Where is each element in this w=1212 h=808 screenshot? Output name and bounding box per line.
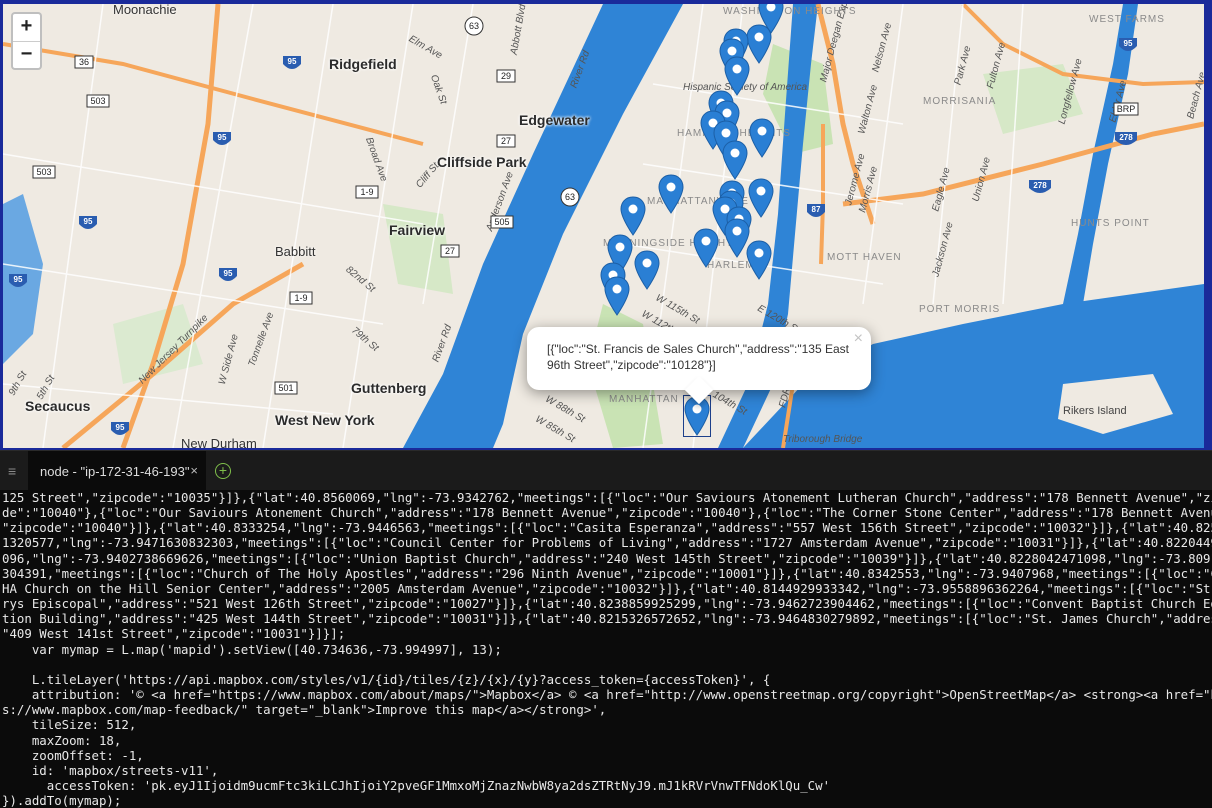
popup-close-button[interactable]: ×: [854, 331, 863, 347]
svg-text:95: 95: [1124, 39, 1133, 48]
map-canvas[interactable]: Moonachie Ridgefield Edgewater Cliffside…: [3, 4, 1204, 448]
zoom-in-button[interactable]: +: [13, 14, 40, 41]
map-marker-icon[interactable]: [746, 240, 772, 280]
svg-text:501: 501: [278, 383, 293, 393]
popup-content: [{"loc":"St. Francis de Sales Church","a…: [547, 341, 851, 373]
terminal-line: HA Church on the Hill Senior Center","ad…: [2, 580, 1212, 596]
svg-text:1-9: 1-9: [360, 187, 373, 197]
map-marker-icon[interactable]: [749, 118, 775, 158]
map-marker-icon[interactable]: [658, 174, 684, 214]
terminal-line: 1320577,"lng":-73.9471630832303,"meeting…: [2, 535, 1212, 551]
terminal-output[interactable]: 125 Street","zipcode":"10035"}]},{"lat":…: [0, 490, 1212, 808]
svg-text:505: 505: [494, 217, 509, 227]
add-tab-icon[interactable]: +: [215, 463, 231, 479]
terminal-panel: ≡ node - "ip-172-31-46-193" × + 125 Stre…: [0, 450, 1212, 808]
svg-text:36: 36: [79, 57, 89, 67]
terminal-line: maxZoom: 18,: [2, 732, 122, 748]
tab-close-icon[interactable]: ×: [190, 463, 198, 478]
map-marker-icon[interactable]: [604, 276, 630, 316]
terminal-line: "409 West 141st Street","zipcode":"10031…: [2, 626, 346, 642]
shield-63: 63: [469, 21, 479, 31]
zoom-control: + −: [11, 12, 42, 70]
terminal-line: 125 Street","zipcode":"10035"}]},{"lat":…: [2, 490, 1212, 505]
svg-text:29: 29: [501, 71, 511, 81]
terminal-line: rys Episcopal","address":"521 West 126th…: [2, 596, 1212, 612]
terminal-line: attribution: '© <a href="https://www.map…: [2, 687, 1212, 703]
map-marker-icon[interactable]: [620, 196, 646, 236]
terminal-line: 304391,"meetings":[{"loc":"Church of The…: [2, 565, 1212, 581]
map-marker-icon[interactable]: [634, 250, 660, 290]
terminal-line: 096,"lng":-73.9402738669626,"meetings":[…: [2, 550, 1212, 566]
terminal-tab[interactable]: node - "ip-172-31-46-193" ×: [28, 451, 206, 491]
svg-text:503: 503: [36, 167, 51, 177]
terminal-line: var mymap = L.map('mapid').setView([40.7…: [2, 641, 502, 657]
svg-text:95: 95: [288, 57, 297, 66]
svg-text:63: 63: [565, 192, 575, 202]
terminal-line: tion Building","address":"425 West 144th…: [2, 611, 1212, 627]
svg-text:95: 95: [84, 217, 93, 226]
terminal-tab-label: node - "ip-172-31-46-193": [40, 464, 190, 479]
svg-text:503: 503: [90, 96, 105, 106]
terminal-line: s://www.mapbox.com/map-feedback/" target…: [2, 702, 607, 718]
svg-text:278: 278: [1119, 133, 1133, 142]
svg-text:27: 27: [445, 246, 455, 256]
svg-text:BRP: BRP: [1117, 104, 1136, 114]
svg-text:1-9: 1-9: [294, 293, 307, 303]
map-marker-icon[interactable]: [693, 228, 719, 268]
svg-text:95: 95: [14, 275, 23, 284]
terminal-line: }).addTo(mymap);: [2, 793, 122, 808]
svg-text:95: 95: [218, 133, 227, 142]
terminal-line: zoomOffset: -1,: [2, 747, 144, 763]
terminal-line: L.tileLayer('https://api.mapbox.com/styl…: [2, 671, 771, 687]
terminal-line: id: 'mapbox/streets-v11',: [2, 762, 219, 778]
zoom-out-button[interactable]: −: [13, 41, 40, 68]
svg-text:87: 87: [812, 205, 821, 214]
terminal-line: accessToken: 'pk.eyJ1Ijoidm9ucmFtc3kiLCJ…: [2, 777, 831, 793]
terminal-tab-bar: ≡ node - "ip-172-31-46-193" × +: [0, 450, 1212, 491]
svg-text:95: 95: [224, 269, 233, 278]
terminal-line: tileSize: 512,: [2, 717, 137, 733]
marker-popup: × [{"loc":"St. Francis de Sales Church",…: [527, 327, 871, 405]
svg-text:95: 95: [116, 423, 125, 432]
svg-text:278: 278: [1033, 181, 1047, 190]
map-marker-icon[interactable]: [722, 140, 748, 180]
terminal-line: de":"10040"},{"loc":"Our Saviours Atonem…: [2, 505, 1212, 521]
map-frame: Moonachie Ridgefield Edgewater Cliffside…: [0, 0, 1212, 450]
menu-icon[interactable]: ≡: [8, 463, 16, 479]
svg-text:27: 27: [501, 136, 511, 146]
terminal-line: "zipcode":"10040"}]},{"lat":40.8333254,"…: [2, 520, 1212, 536]
